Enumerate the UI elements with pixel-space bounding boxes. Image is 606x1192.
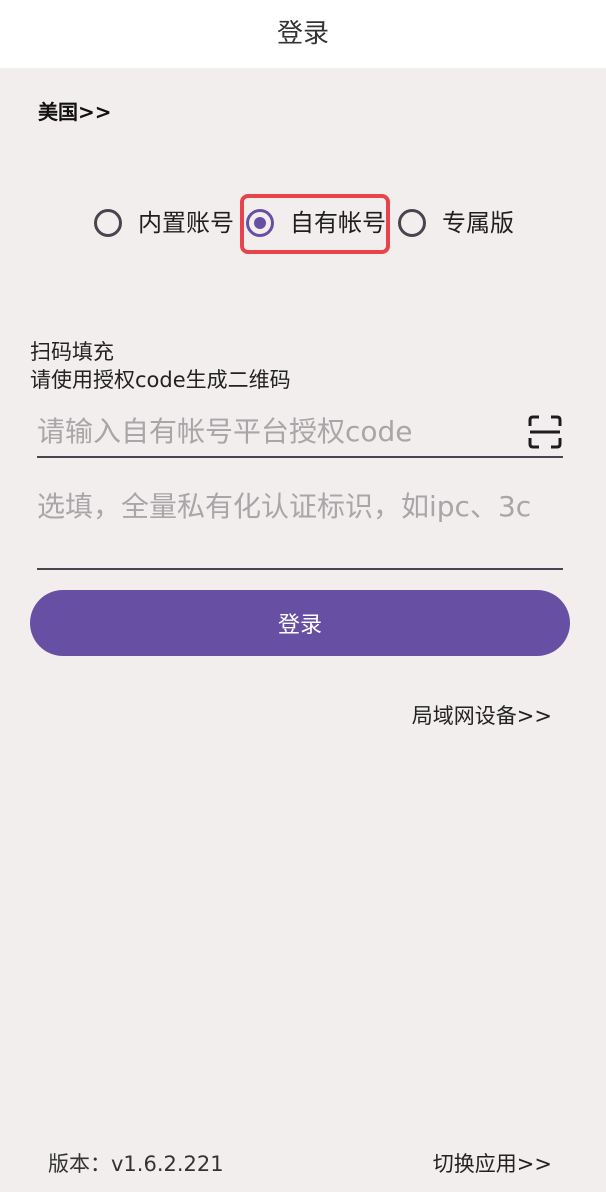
scan-fill-hint: 请使用授权code生成二维码 [30, 368, 291, 392]
radio-unchecked-icon [94, 209, 122, 237]
scan-fill-title: 扫码填充 [30, 340, 114, 364]
version-label: 版本：v1.6.2.221 [48, 1152, 224, 1176]
top-app-bar: 登录 [0, 0, 606, 68]
radio-label: 专属版 [442, 209, 514, 237]
page-title: 登录 [276, 19, 329, 49]
qr-scan-icon[interactable] [527, 414, 563, 450]
radio-label: 内置账号 [138, 209, 234, 237]
region-selector-link[interactable]: 美国>> [38, 96, 112, 125]
login-button[interactable]: 登录 [30, 590, 570, 656]
lan-devices-link[interactable]: 局域网设备>> [412, 700, 552, 730]
radio-unchecked-icon [398, 209, 426, 237]
auth-code-input[interactable] [37, 408, 507, 456]
private-id-input[interactable] [37, 488, 563, 568]
switch-app-link[interactable]: 切换应用>> [433, 1148, 552, 1178]
auth-code-field [37, 408, 563, 458]
private-id-field [37, 488, 563, 570]
selection-highlight-box [240, 194, 390, 254]
